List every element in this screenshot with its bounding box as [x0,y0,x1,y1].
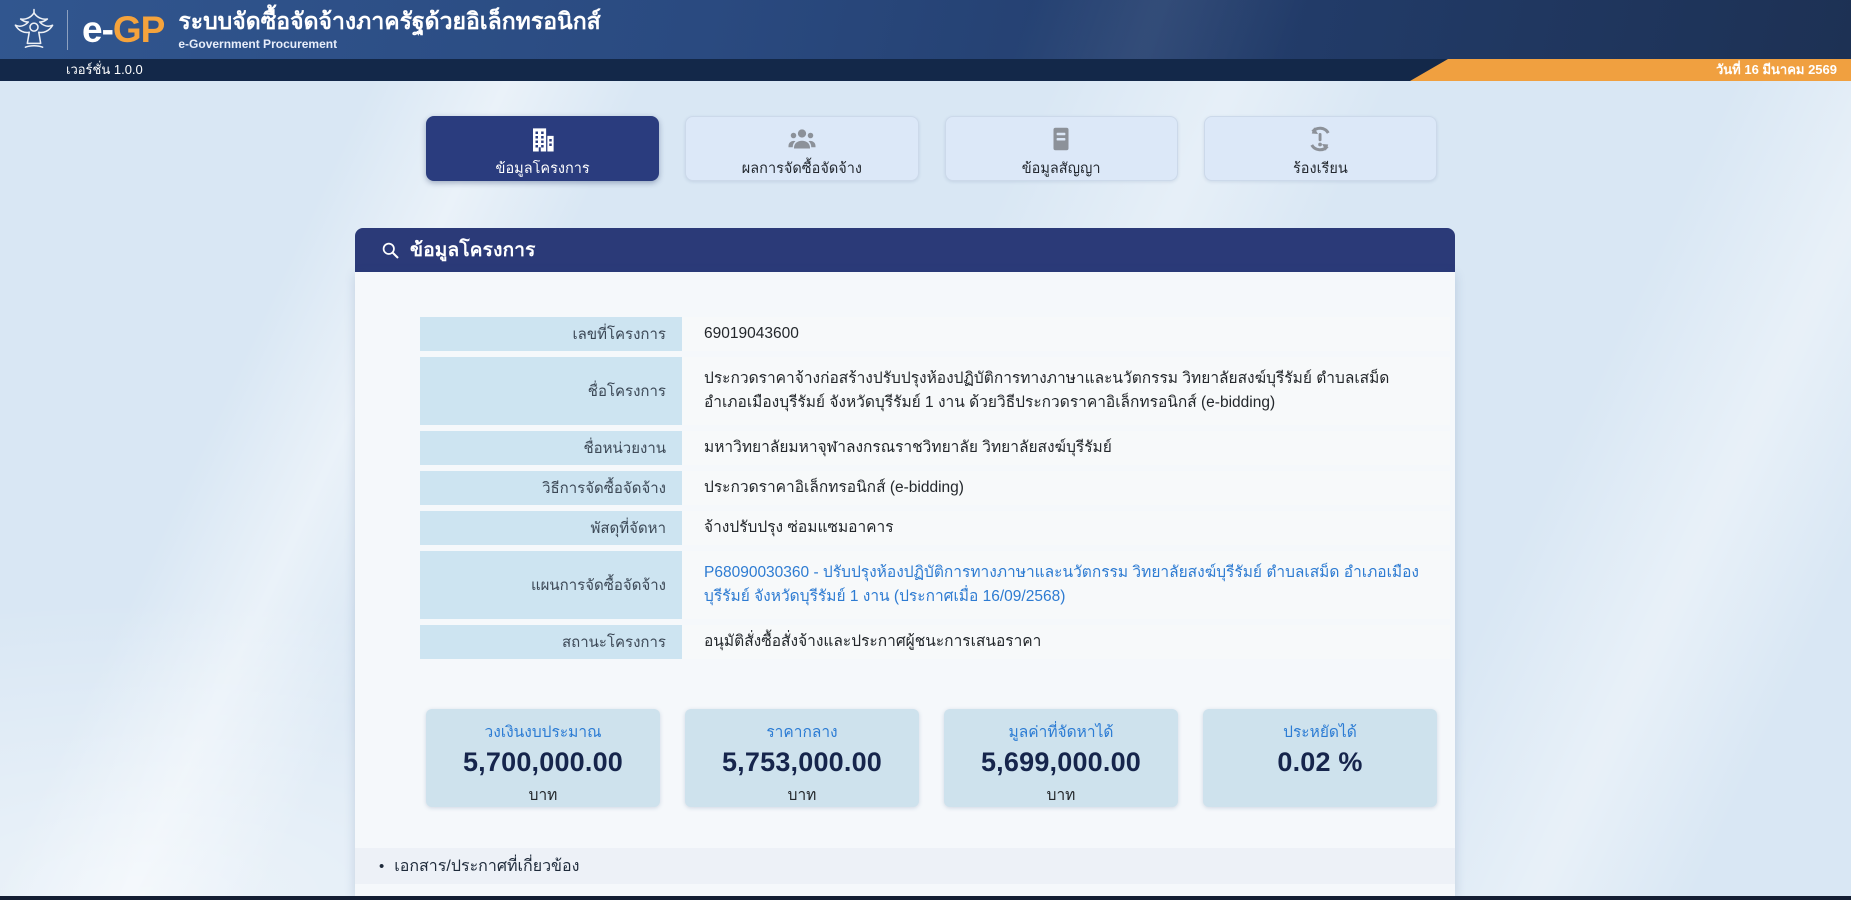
tab-label: ข้อมูลโครงการ [496,157,590,180]
stat-title: ประหยัดได้ [1203,719,1437,744]
users-icon [787,123,817,155]
row-label: สถานะโครงการ [420,625,682,659]
table-row: ชื่อหน่วยงาน มหาวิทยาลัยมหาจุฬาลงกรณราชว… [420,431,1450,465]
stat-card-median-price: ราคากลาง 5,753,000.00 บาท [685,709,919,807]
procured-items: จ้างปรับปรุง ซ่อมแซมอาคาร [682,511,1450,545]
stat-unit: บาท [685,782,919,807]
procurement-method: ประกวดราคาอิเล็กทรอนิกส์ (e-bidding) [682,471,1450,505]
stat-unit: บาท [944,782,1178,807]
stat-value: 5,700,000.00 [426,747,660,778]
current-date: วันที่ 16 มีนาคม 2569 [1716,59,1837,81]
project-status: อนุมัติสั่งซื้อสั่งจ้างและประกาศผู้ชนะกา… [682,625,1450,659]
table-row: ชื่อโครงการ ประกวดราคาจ้างก่อสร้างปรับปร… [420,357,1450,425]
project-info-table: เลขที่โครงการ 69019043600 ชื่อโครงการ ปร… [420,317,1450,665]
app-header: e-GP ระบบจัดซื้อจัดจ้างภาครัฐด้วยอิเล็กท… [0,0,1851,59]
stat-unit: บาท [426,782,660,807]
stat-title: ราคากลาง [685,719,919,744]
search-icon [381,241,400,260]
tab-label: ผลการจัดซื้อจัดจ้าง [742,157,862,180]
tab-procurement-results[interactable]: ผลการจัดซื้อจัดจ้าง [685,116,918,181]
tab-label: ข้อมูลสัญญา [1022,157,1101,180]
complaint-icon [1305,123,1335,155]
main-tabs: ข้อมูลโครงการ ผลการจัดซื้อจัดจ้าง [426,116,1437,177]
row-label: ชื่อหน่วยงาน [420,431,682,465]
row-label: วิธีการจัดซื้อจัดจ้าง [420,471,682,505]
footer-strip [0,896,1851,900]
tab-contract-info[interactable]: ข้อมูลสัญญา [945,116,1178,181]
header-streak [0,0,1851,59]
tab-label: ร้องเรียน [1293,157,1348,180]
related-docs-band: เอกสาร/ประกาศที่เกี่ยวข้อง [355,848,1455,884]
stat-title: วงเงินงบประมาณ [426,719,660,744]
tab-complaint[interactable]: ร้องเรียน [1204,116,1437,181]
document-icon [1046,123,1076,155]
project-number: 69019043600 [682,317,1450,351]
stat-title: มูลค่าที่จัดหาได้ [944,719,1178,744]
stat-value: 0.02 % [1203,747,1437,778]
version-label: เวอร์ชั่น 1.0.0 [66,59,143,81]
stat-unit [1203,782,1437,800]
tab-project-info[interactable]: ข้อมูลโครงการ [426,116,659,181]
row-label: ชื่อโครงการ [420,357,682,425]
row-label: พัสดุที่จัดหา [420,511,682,545]
procurement-plan-link[interactable]: P68090030360 - ปรับปรุงห้องปฏิบัติการทาง… [682,551,1450,619]
section-title: ข้อมูลโครงการ [410,235,536,265]
table-row: แผนการจัดซื้อจัดจ้าง P68090030360 - ปรับ… [420,551,1450,619]
stat-value: 5,753,000.00 [685,747,919,778]
project-info-panel: เลขที่โครงการ 69019043600 ชื่อโครงการ ปร… [355,272,1455,896]
building-icon [528,123,558,155]
stat-card-savings: ประหยัดได้ 0.02 % [1203,709,1437,807]
stats-row: วงเงินงบประมาณ 5,700,000.00 บาท ราคากลาง… [426,709,1437,805]
related-docs-item: เอกสาร/ประกาศที่เกี่ยวข้อง [379,854,579,879]
project-name: ประกวดราคาจ้างก่อสร้างปรับปรุงห้องปฏิบัต… [682,357,1450,425]
row-label: เลขที่โครงการ [420,317,682,351]
table-row: วิธีการจัดซื้อจัดจ้าง ประกวดราคาอิเล็กทร… [420,471,1450,505]
version-bar: เวอร์ชั่น 1.0.0 วันที่ 16 มีนาคม 2569 [0,59,1851,81]
row-label: แผนการจัดซื้อจัดจ้าง [420,551,682,619]
section-header: ข้อมูลโครงการ [355,228,1455,272]
table-row: พัสดุที่จัดหา จ้างปรับปรุง ซ่อมแซมอาคาร [420,511,1450,545]
stat-card-budget: วงเงินงบประมาณ 5,700,000.00 บาท [426,709,660,807]
table-row: เลขที่โครงการ 69019043600 [420,317,1450,351]
table-row: สถานะโครงการ อนุมัติสั่งซื้อสั่งจ้างและป… [420,625,1450,659]
stat-value: 5,699,000.00 [944,747,1178,778]
agency-name: มหาวิทยาลัยมหาจุฬาลงกรณราชวิทยาลัย วิทยา… [682,431,1450,465]
stat-card-procured-value: มูลค่าที่จัดหาได้ 5,699,000.00 บาท [944,709,1178,807]
